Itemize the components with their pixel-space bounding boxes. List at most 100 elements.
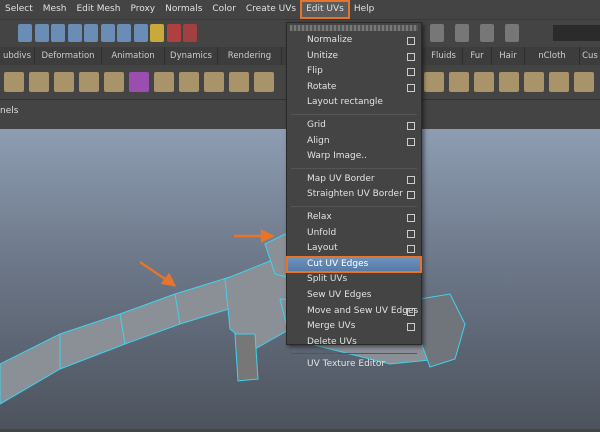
toolbar-icon[interactable] bbox=[430, 24, 444, 42]
shelf-tool-icon[interactable] bbox=[4, 72, 24, 92]
toolbar-icon[interactable] bbox=[150, 24, 164, 42]
menu-item-normalize[interactable]: Normalize bbox=[287, 33, 421, 49]
option-box-icon[interactable] bbox=[407, 245, 415, 254]
toolbar-icon[interactable] bbox=[183, 24, 197, 42]
shelf-tool-icon[interactable] bbox=[254, 72, 274, 92]
menu-mesh[interactable]: Mesh bbox=[38, 1, 72, 18]
menu-item-label: Rotate bbox=[307, 81, 337, 92]
menu-color[interactable]: Color bbox=[207, 1, 241, 18]
shelf-tool-icon[interactable] bbox=[179, 72, 199, 92]
shelf-tab-ubdivs[interactable]: ubdivs bbox=[0, 47, 35, 65]
menu-item-unfold[interactable]: Unfold bbox=[287, 226, 421, 242]
shelf-tool-icon[interactable] bbox=[79, 72, 99, 92]
mesh-stem bbox=[234, 333, 259, 382]
menu-create-uvs[interactable]: Create UVs bbox=[241, 1, 301, 18]
option-box-icon[interactable] bbox=[407, 121, 415, 130]
menu-item-label: Sew UV Edges bbox=[307, 289, 372, 300]
shelf-tab-fluids[interactable]: Fluids bbox=[425, 47, 463, 65]
shelf-tab-rendering[interactable]: Rendering bbox=[218, 47, 282, 65]
menu-item-sew-uv-edges[interactable]: Sew UV Edges bbox=[287, 288, 421, 304]
menu-item-grid[interactable]: Grid bbox=[287, 118, 421, 134]
toolbar-icon[interactable] bbox=[100, 24, 115, 42]
menu-item-label: UV Texture Editor bbox=[307, 359, 386, 370]
option-box-icon[interactable] bbox=[407, 213, 415, 222]
menu-item-layout[interactable]: Layout bbox=[287, 241, 421, 257]
shelf-tab-dynamics[interactable]: Dynamics bbox=[165, 47, 218, 65]
menu-item-delete-uvs[interactable]: Delete UVs bbox=[287, 335, 421, 351]
option-box-icon[interactable] bbox=[407, 191, 415, 200]
shelf-tab-deformation[interactable]: Deformation bbox=[35, 47, 102, 65]
menu-item-move-and-sew-uv-edges[interactable]: Move and Sew UV Edges bbox=[287, 304, 421, 320]
toolbar-icon[interactable] bbox=[67, 24, 82, 42]
menu-item-map-uv-border[interactable]: Map UV Border bbox=[287, 172, 421, 188]
menu-edit-mesh[interactable]: Edit Mesh bbox=[71, 1, 125, 18]
menu-item-warp-image[interactable]: Warp Image.. bbox=[287, 149, 421, 165]
option-box-icon[interactable] bbox=[407, 307, 415, 316]
menu-proxy[interactable]: Proxy bbox=[125, 1, 160, 18]
toolbar-icon[interactable] bbox=[455, 24, 469, 42]
shelf-tab-cus[interactable]: Cus bbox=[580, 47, 600, 65]
shelf-tab-hair[interactable]: Hair bbox=[492, 47, 525, 65]
shelf-tool-icon[interactable] bbox=[154, 72, 174, 92]
shelf-tab-fur[interactable]: Fur bbox=[463, 47, 492, 65]
toolbar-icon[interactable] bbox=[84, 24, 98, 42]
shelf-tool-icon[interactable] bbox=[449, 72, 469, 92]
shelf-tool-icon[interactable] bbox=[229, 72, 249, 92]
menu-item-unitize[interactable]: Unitize bbox=[287, 49, 421, 65]
shelf-tool-icon[interactable] bbox=[104, 72, 124, 92]
option-box-icon[interactable] bbox=[407, 68, 415, 77]
menu-item-relax[interactable]: Relax bbox=[287, 210, 421, 226]
shelf-tool-icon[interactable] bbox=[424, 72, 444, 92]
menu-item-label: Unfold bbox=[307, 227, 337, 238]
panels-menu-label[interactable]: nels bbox=[0, 106, 18, 116]
option-box-icon[interactable] bbox=[407, 175, 415, 184]
menu-item-flip[interactable]: Flip bbox=[287, 64, 421, 80]
shelf-tool-icon[interactable] bbox=[54, 72, 74, 92]
menu-help[interactable]: Help bbox=[349, 1, 380, 18]
option-box-icon[interactable] bbox=[407, 37, 415, 45]
menu-item-align[interactable]: Align bbox=[287, 134, 421, 150]
menu-item-uv-texture-editor[interactable]: UV Texture Editor bbox=[287, 357, 421, 373]
shelf-tool-icon[interactable] bbox=[474, 72, 494, 92]
menu-item-layout-rectangle[interactable]: Layout rectangle bbox=[287, 95, 421, 111]
shelf-tool-icon[interactable] bbox=[499, 72, 519, 92]
option-box-icon[interactable] bbox=[407, 137, 415, 146]
option-box-icon[interactable] bbox=[407, 83, 415, 92]
option-box-icon[interactable] bbox=[407, 229, 415, 238]
shelf-tool-icon[interactable] bbox=[29, 72, 49, 92]
menu-bar: Select Mesh Edit Mesh Proxy Normals Color Crea… bbox=[0, 0, 600, 19]
toolbar-icon[interactable] bbox=[18, 24, 32, 42]
menu-separator bbox=[291, 205, 417, 207]
shelf-tool-icon[interactable] bbox=[129, 72, 149, 92]
option-box-icon[interactable] bbox=[407, 52, 415, 61]
shelf-tool-icon[interactable] bbox=[574, 72, 594, 92]
menu-item-split-uvs[interactable]: Split UVs bbox=[287, 272, 421, 288]
option-box-icon[interactable] bbox=[407, 323, 415, 332]
toolbar-icon[interactable] bbox=[480, 24, 494, 42]
menu-item-cut-uv-edges[interactable]: Cut UV Edges bbox=[286, 255, 422, 274]
toolbar-icon[interactable] bbox=[166, 24, 181, 42]
menu-tear-off[interactable] bbox=[290, 25, 418, 31]
menu-edit-uvs[interactable]: Edit UVs bbox=[300, 0, 350, 19]
shelf-tool-icon[interactable] bbox=[204, 72, 224, 92]
shelf-tool-icon[interactable] bbox=[524, 72, 544, 92]
menu-item-merge-uvs[interactable]: Merge UVs bbox=[287, 319, 421, 335]
shelf-tab-ncloth[interactable]: nCloth bbox=[525, 47, 580, 65]
toolbar-icon[interactable] bbox=[34, 24, 49, 42]
menu-item-label: Warp Image.. bbox=[307, 151, 368, 162]
toolbar-icon[interactable] bbox=[51, 24, 65, 42]
toolbar-icon[interactable] bbox=[117, 24, 131, 42]
menu-normals[interactable]: Normals bbox=[160, 1, 207, 18]
menu-item-label: Layout bbox=[307, 243, 338, 254]
menu-item-straighten-uv-border[interactable]: Straighten UV Border bbox=[287, 187, 421, 203]
menu-select[interactable]: Select bbox=[0, 1, 38, 18]
menu-item-label: Map UV Border bbox=[307, 173, 375, 184]
toolbar-icon[interactable] bbox=[505, 24, 519, 42]
menu-item-rotate[interactable]: Rotate bbox=[287, 80, 421, 96]
menu-item-label: Layout rectangle bbox=[307, 97, 383, 108]
toolbar-input-field[interactable] bbox=[553, 25, 600, 41]
menu-separator bbox=[291, 167, 417, 169]
shelf-tool-icon[interactable] bbox=[549, 72, 569, 92]
toolbar-icon[interactable] bbox=[133, 24, 148, 42]
shelf-tab-animation[interactable]: Animation bbox=[102, 47, 165, 65]
